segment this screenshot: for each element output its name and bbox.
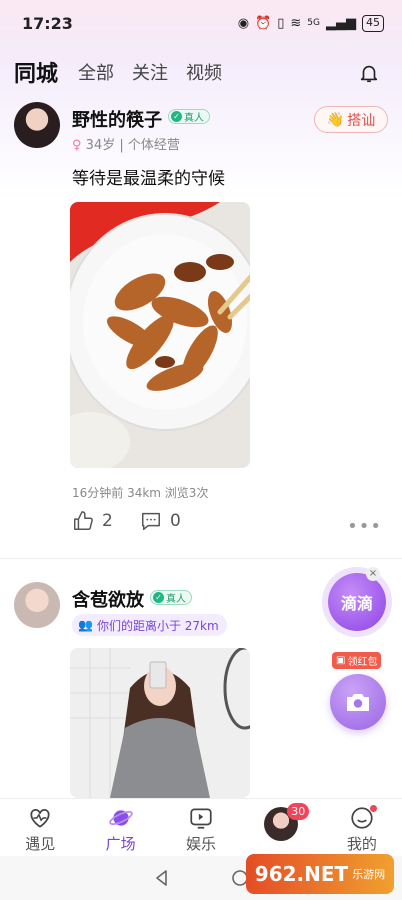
post-meta: 16分钟前 34km 浏览3次 <box>72 486 209 500</box>
nav-square-label: 广场 <box>105 835 136 853</box>
nav-meet[interactable]: 遇见 <box>0 799 80 856</box>
vibrate-icon: ▯ <box>277 15 285 31</box>
watermark-text: 962.NET <box>254 862 349 886</box>
verified-label: 真人 <box>184 113 204 124</box>
thumbs-up-icon <box>74 511 93 530</box>
users-icon: 👥 <box>78 618 93 632</box>
bottom-tab-bar: 遇见 广场 娱乐 30 我的 <box>0 798 402 856</box>
tab-nearby[interactable]: 同城 <box>14 56 58 88</box>
nav-square[interactable]: 广场 <box>80 799 160 856</box>
username[interactable]: 含苞欲放 <box>72 586 144 612</box>
eye-icon: ◉ <box>237 15 250 31</box>
verified-label: 真人 <box>166 594 186 605</box>
unread-badge: 30 <box>287 803 310 820</box>
post-text: 等待是最温柔的守候 <box>72 169 225 189</box>
red-envelope-label: 领红包 <box>347 657 378 668</box>
comment-count: 0 <box>170 511 181 531</box>
bell-icon[interactable] <box>358 62 380 84</box>
wifi-icon: ≋ <box>290 15 302 31</box>
top-tab-bar: 同城 全部 关注 视频 <box>0 52 402 92</box>
check-icon: ✓ <box>171 111 182 122</box>
status-icons: ◉ ⏰ ▯ ≋ 5G ▂▄▆ 45 <box>237 14 384 32</box>
comment-icon <box>142 512 160 530</box>
camera-icon <box>347 694 369 711</box>
camera-post-button[interactable] <box>330 674 386 730</box>
red-envelope-tag[interactable]: ▣ 领红包 <box>332 652 382 669</box>
nav-messages[interactable]: 30 <box>241 799 321 856</box>
battery-indicator: 45 <box>362 14 384 32</box>
status-time: 17:23 <box>22 13 73 33</box>
post-photo[interactable] <box>70 648 250 798</box>
comment-button[interactable]: 0 <box>140 510 181 532</box>
user-meta-text: 34岁 | 个体经营 <box>85 138 180 153</box>
nav-entertainment[interactable]: 娱乐 <box>161 799 241 856</box>
more-options-icon[interactable]: ••• <box>347 516 382 537</box>
post-actions: 2 0 ••• <box>72 510 382 540</box>
greet-button[interactable]: 👋 搭讪 <box>314 106 388 133</box>
tab-following[interactable]: 关注 <box>132 59 168 85</box>
status-bar: 17:23 ◉ ⏰ ▯ ≋ 5G ▂▄▆ 45 <box>0 0 402 46</box>
back-icon[interactable] <box>153 869 171 887</box>
avatar[interactable] <box>14 102 60 148</box>
verified-badge: ✓ 真人 <box>150 590 192 605</box>
nav-profile[interactable]: 我的 <box>322 799 402 856</box>
selfie-photo-illustration <box>70 648 250 798</box>
close-icon[interactable]: × <box>366 567 380 581</box>
heartbeat-icon <box>30 809 50 828</box>
distance-tag: 👥 你们的距离小于 27km <box>72 614 227 636</box>
network-label: 5G <box>307 18 320 28</box>
didi-float-button[interactable]: 滴滴 <box>328 573 386 631</box>
tab-video[interactable]: 视频 <box>186 59 222 85</box>
watermark-subtext: 乐游网 <box>352 868 386 881</box>
distance-text: 你们的距离小于 27km <box>96 618 219 633</box>
alarm-icon: ⏰ <box>255 15 272 31</box>
post-divider <box>0 558 402 559</box>
avatar[interactable] <box>14 582 60 628</box>
verified-badge: ✓ 真人 <box>168 109 210 124</box>
food-photo-illustration <box>70 202 250 468</box>
signal-icon: ▂▄▆ <box>326 15 356 31</box>
female-icon: ♀ <box>72 138 82 153</box>
site-watermark: 962.NET 乐游网 <box>246 854 394 894</box>
didi-label: 滴滴 <box>340 594 373 613</box>
like-count: 2 <box>102 511 113 531</box>
nav-profile-label: 我的 <box>346 835 377 853</box>
nav-meet-label: 遇见 <box>25 835 56 853</box>
greet-label: 搭讪 <box>347 112 376 129</box>
like-button[interactable]: 2 <box>72 510 113 532</box>
post-photo[interactable] <box>70 202 250 468</box>
nav-entertainment-label: 娱乐 <box>186 835 217 853</box>
planet-icon <box>108 810 133 826</box>
username[interactable]: 野性的筷子 <box>72 106 162 132</box>
play-icon <box>190 808 212 829</box>
envelope-icon: ▣ <box>336 655 346 666</box>
wave-hand-icon: 👋 <box>326 111 345 128</box>
check-icon: ✓ <box>153 592 164 603</box>
notification-dot <box>369 805 377 812</box>
tab-all[interactable]: 全部 <box>78 59 114 85</box>
user-meta: ♀ 34岁 | 个体经营 <box>72 134 180 153</box>
